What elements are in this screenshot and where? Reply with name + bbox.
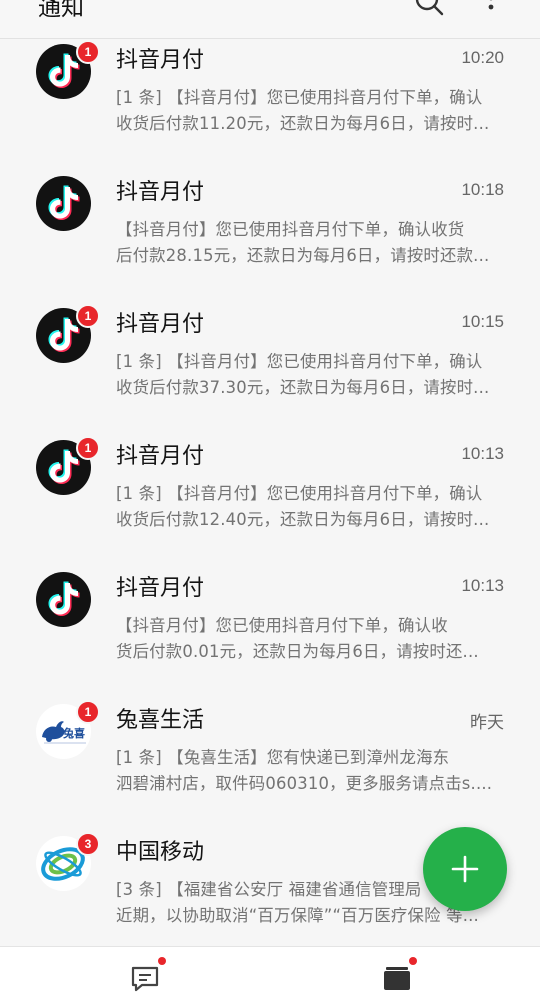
notification-item[interactable]: 抖音月付 10:18 【抖音月付】您已使用抖音月付下单，确认收货 后付款28.1… bbox=[0, 170, 540, 302]
message-preview-line-2: 货后付款0.01元，还款日为每月6日，请按时还... bbox=[116, 638, 506, 662]
sender-name: 抖音月付 bbox=[116, 438, 204, 470]
avatar: 1 bbox=[36, 308, 91, 363]
message-preview-line-2: 后付款28.15元，还款日为每月6日，请按时还款... bbox=[116, 242, 506, 266]
avatar: 1 bbox=[36, 440, 91, 495]
message-preview-line-2: 收货后付款11.20元，还款日为每月6日，请按时... bbox=[116, 110, 506, 134]
compose-fab-button[interactable] bbox=[423, 827, 507, 911]
avatar: 1 bbox=[36, 44, 91, 99]
avatar bbox=[36, 572, 91, 627]
unread-badge: 1 bbox=[76, 304, 100, 328]
more-options-icon[interactable] bbox=[484, 0, 498, 16]
avatar bbox=[36, 176, 91, 231]
message-preview-line-1: [1 条] 【抖音月付】您已使用抖音月付下单，确认 bbox=[116, 480, 506, 504]
bottom-navigation bbox=[0, 946, 540, 995]
sender-name: 抖音月付 bbox=[116, 174, 204, 206]
timestamp: 昨天 bbox=[470, 708, 504, 733]
page-title: 通知 bbox=[38, 0, 84, 22]
notifications-tab-icon[interactable] bbox=[382, 963, 412, 993]
tiktok-icon bbox=[46, 53, 82, 90]
sender-name: 兔喜生活 bbox=[116, 702, 204, 734]
message-preview-line-1: 【抖音月付】您已使用抖音月付下单，确认收 bbox=[116, 612, 506, 636]
unread-badge: 1 bbox=[76, 700, 100, 724]
message-preview-line-1: [1 条] 【兔喜生活】您有快递已到漳州龙海东 bbox=[116, 744, 506, 768]
top-bar: 通知 bbox=[0, 0, 540, 39]
message-preview-line-1: [1 条] 【抖音月付】您已使用抖音月付下单，确认 bbox=[116, 348, 506, 372]
timestamp: 10:15 bbox=[461, 312, 504, 332]
notification-item[interactable]: 1 抖音月付 10:15 [1 条] 【抖音月付】您已使用抖音月付下单，确认 收… bbox=[0, 302, 540, 434]
sender-name: 抖音月付 bbox=[116, 306, 204, 338]
tiktok-icon bbox=[46, 185, 82, 222]
timestamp: 10:13 bbox=[461, 444, 504, 464]
search-icon[interactable] bbox=[414, 0, 444, 16]
timestamp: 10:20 bbox=[461, 48, 504, 68]
sender-name: 抖音月付 bbox=[116, 42, 204, 74]
sender-name: 抖音月付 bbox=[116, 570, 204, 602]
avatar: 兔喜 1 bbox=[36, 704, 91, 759]
message-preview-line-2: 泗碧浦村店，取件码060310，更多服务请点击s.... bbox=[116, 770, 506, 794]
plus-icon bbox=[451, 855, 479, 883]
timestamp: 10:13 bbox=[461, 576, 504, 596]
tiktok-icon bbox=[46, 449, 82, 486]
logo-text: 兔喜 bbox=[62, 726, 85, 740]
message-preview-line-2: 收货后付款37.30元，还款日为每月6日，请按时... bbox=[116, 374, 506, 398]
tiktok-icon bbox=[46, 317, 82, 354]
notification-item[interactable]: 1 抖音月付 10:13 [1 条] 【抖音月付】您已使用抖音月付下单，确认 收… bbox=[0, 434, 540, 566]
notification-item[interactable]: 抖音月付 10:13 【抖音月付】您已使用抖音月付下单，确认收 货后付款0.01… bbox=[0, 566, 540, 698]
unread-badge: 3 bbox=[76, 832, 100, 856]
tiktok-icon bbox=[46, 581, 82, 618]
messages-tab-icon[interactable] bbox=[130, 965, 160, 993]
sender-name: 中国移动 bbox=[116, 834, 204, 866]
unread-badge: 1 bbox=[76, 40, 100, 64]
notifications-unread-dot bbox=[409, 957, 417, 965]
message-preview-line-1: 【抖音月付】您已使用抖音月付下单，确认收货 bbox=[116, 216, 506, 240]
message-preview-line-1: [1 条] 【抖音月付】您已使用抖音月付下单，确认 bbox=[116, 84, 506, 108]
unread-badge: 1 bbox=[76, 436, 100, 460]
notification-item[interactable]: 1 抖音月付 10:20 [1 条] 【抖音月付】您已使用抖音月付下单，确认 收… bbox=[0, 38, 540, 170]
avatar: 3 bbox=[36, 836, 91, 891]
messages-unread-dot bbox=[158, 957, 166, 965]
message-preview-line-2: 收货后付款12.40元，还款日为每月6日，请按时... bbox=[116, 506, 506, 530]
timestamp: 10:18 bbox=[461, 180, 504, 200]
notification-item[interactable]: 兔喜 1 兔喜生活 昨天 [1 条] 【兔喜生活】您有快递已到漳州龙海东 泗碧浦… bbox=[0, 698, 540, 830]
notification-list: 1 抖音月付 10:20 [1 条] 【抖音月付】您已使用抖音月付下单，确认 收… bbox=[0, 38, 540, 962]
